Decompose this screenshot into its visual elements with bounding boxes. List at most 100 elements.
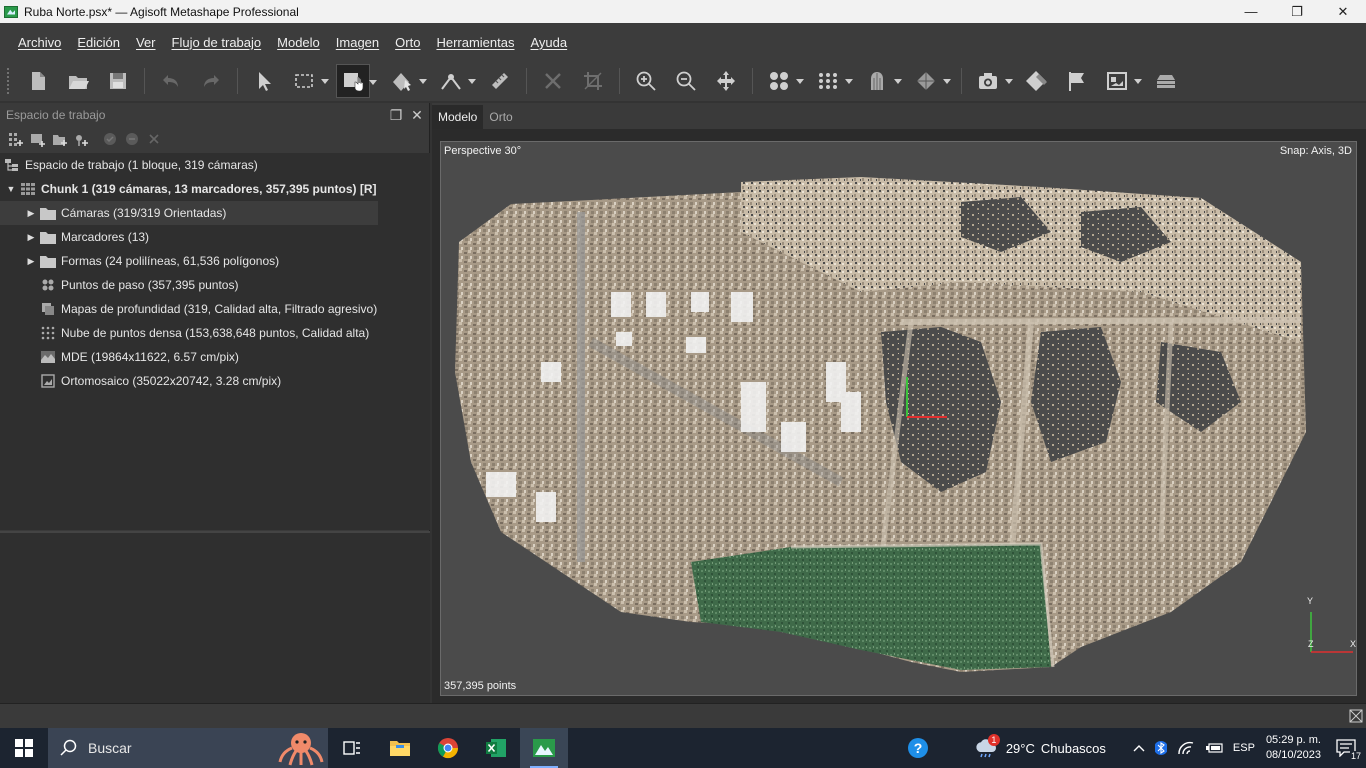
menu-flujo-de-trabajo[interactable]: Flujo de trabajo bbox=[164, 35, 270, 50]
undock-icon[interactable]: ❐ bbox=[388, 107, 404, 123]
excel-button[interactable] bbox=[472, 728, 520, 768]
crop-selection-button[interactable] bbox=[576, 64, 610, 98]
add-chunk-icon[interactable] bbox=[7, 131, 23, 147]
menu-edicion[interactable]: Edición bbox=[69, 35, 128, 50]
undo-button[interactable] bbox=[154, 64, 188, 98]
tree-item-dem[interactable]: MDE (19864x11622, 6.57 cm/pix) bbox=[0, 345, 430, 369]
point-cloud-render[interactable]: Y Z X bbox=[441, 142, 1357, 696]
expand-arrow-down-icon[interactable]: ▼ bbox=[6, 184, 16, 194]
clock-time: 05:29 p. m. bbox=[1265, 734, 1321, 746]
show-markers-button[interactable] bbox=[1060, 64, 1094, 98]
navigation-tool-button[interactable] bbox=[247, 64, 281, 98]
axis-x-label: X bbox=[1350, 639, 1356, 649]
status-bar bbox=[0, 703, 1366, 728]
rectangle-selection-button[interactable] bbox=[287, 64, 329, 98]
model-viewport[interactable]: Y Z X Perspective 30° Snap: Axis, 3D 357… bbox=[432, 129, 1366, 703]
tree-item-depth-maps[interactable]: Mapas de profundidad (319, Calidad alta,… bbox=[0, 297, 430, 321]
windows-taskbar: Buscar ? 1 29°C Chubascos ESP 05:29 p. m… bbox=[0, 728, 1366, 768]
reset-view-button[interactable] bbox=[709, 64, 743, 98]
show-hidden-icons-chevron-icon[interactable] bbox=[1133, 743, 1145, 753]
dense-cloud-view-button[interactable] bbox=[811, 64, 853, 98]
battery-icon[interactable] bbox=[1205, 742, 1223, 754]
show-shapes-button[interactable] bbox=[1020, 64, 1054, 98]
tab-orto[interactable]: Orto bbox=[483, 105, 518, 129]
menu-modelo[interactable]: Modelo bbox=[269, 35, 328, 50]
redo-button[interactable] bbox=[194, 64, 228, 98]
delete-selection-button[interactable] bbox=[536, 64, 570, 98]
toolbar-grip[interactable] bbox=[6, 67, 10, 95]
depth-maps-icon bbox=[40, 302, 56, 316]
show-cameras-button[interactable] bbox=[762, 64, 804, 98]
mesh-shape-icon bbox=[871, 72, 883, 90]
expand-arrow-right-icon[interactable]: ▶ bbox=[26, 208, 36, 218]
menu-herramientas[interactable]: Herramientas bbox=[428, 35, 522, 50]
textured-model-view-button[interactable] bbox=[909, 64, 951, 98]
save-project-button[interactable] bbox=[101, 64, 135, 98]
flag-icon bbox=[1069, 72, 1084, 91]
task-view-button[interactable] bbox=[328, 728, 376, 768]
toolbar-separator bbox=[526, 68, 527, 94]
zoom-out-button[interactable] bbox=[669, 64, 703, 98]
close-panel-icon[interactable]: ✕ bbox=[409, 107, 425, 123]
dot-grid-icon bbox=[819, 73, 837, 89]
model-transform-button[interactable] bbox=[336, 64, 377, 98]
disable-icon[interactable] bbox=[124, 131, 140, 147]
notifications-button[interactable]: 17 bbox=[1336, 739, 1362, 761]
maximize-button[interactable]: ❐ bbox=[1274, 0, 1320, 23]
tree-item-cameras[interactable]: ▶ Cámaras (319/319 Orientadas) bbox=[0, 201, 378, 225]
metashape-taskbar-button[interactable] bbox=[520, 728, 568, 768]
wifi-icon[interactable] bbox=[1177, 741, 1195, 755]
add-marker-icon[interactable] bbox=[73, 131, 89, 147]
menu-ayuda[interactable]: Ayuda bbox=[522, 35, 575, 50]
tree-item-dense-cloud[interactable]: Nube de puntos densa (153,638,648 puntos… bbox=[0, 321, 430, 345]
expand-arrow-right-icon[interactable]: ▶ bbox=[26, 256, 36, 266]
zoom-out-icon bbox=[676, 71, 696, 91]
start-button[interactable] bbox=[0, 728, 48, 768]
model-view-frame[interactable]: Y Z X Perspective 30° Snap: Axis, 3D 357… bbox=[440, 141, 1357, 696]
mesh-view-button[interactable] bbox=[860, 64, 902, 98]
tree-chunk[interactable]: ▼ Chunk 1 (319 cámaras, 13 marcadores, 3… bbox=[0, 177, 430, 201]
tree-item-markers[interactable]: ▶ Marcadores (13) bbox=[0, 225, 430, 249]
chrome-button[interactable] bbox=[424, 728, 472, 768]
show-cameras-toggle[interactable] bbox=[971, 64, 1013, 98]
taskbar-search[interactable]: Buscar bbox=[48, 728, 328, 768]
bluetooth-icon[interactable] bbox=[1154, 740, 1167, 756]
remove-items-icon[interactable] bbox=[146, 131, 162, 147]
help-icon[interactable]: ? bbox=[907, 737, 929, 759]
expand-arrow-right-icon[interactable]: ▶ bbox=[26, 232, 36, 242]
tree-item-tie-points[interactable]: Puntos de paso (357,395 puntos) bbox=[0, 273, 430, 297]
menu-ver[interactable]: Ver bbox=[128, 35, 164, 50]
tree-item-label: Marcadores (13) bbox=[61, 230, 150, 244]
windows-logo-icon bbox=[15, 739, 33, 757]
input-language[interactable]: ESP bbox=[1233, 742, 1255, 754]
tree-root[interactable]: Espacio de trabajo (1 bloque, 319 cámara… bbox=[0, 153, 430, 177]
new-project-button[interactable] bbox=[21, 64, 55, 98]
show-images-button[interactable] bbox=[1100, 64, 1142, 98]
minimize-button[interactable]: — bbox=[1228, 0, 1274, 23]
file-explorer-button[interactable] bbox=[376, 728, 424, 768]
excel-icon bbox=[486, 739, 506, 757]
menu-archivo[interactable]: Archivo bbox=[10, 35, 69, 50]
tree-item-label: Formas (24 polilíneas, 61,536 polígonos) bbox=[61, 254, 280, 268]
zoom-in-button[interactable] bbox=[629, 64, 663, 98]
tab-modelo[interactable]: Modelo bbox=[432, 105, 484, 129]
menu-orto[interactable]: Orto bbox=[387, 35, 428, 50]
add-folder-icon[interactable] bbox=[51, 131, 67, 147]
tree-item-shapes[interactable]: ▶ Formas (24 polilíneas, 61,536 polígono… bbox=[0, 249, 430, 273]
view-toggle-icon[interactable] bbox=[1349, 709, 1363, 723]
weather-widget[interactable]: 1 29°C Chubascos bbox=[974, 734, 1106, 758]
show-region-button[interactable] bbox=[1149, 64, 1183, 98]
taskbar-clock[interactable]: 05:29 p. m. 08/10/2023 bbox=[1266, 733, 1321, 763]
close-window-button[interactable]: ✕ bbox=[1320, 0, 1366, 23]
open-project-button[interactable] bbox=[61, 64, 95, 98]
add-photos-icon[interactable] bbox=[29, 131, 45, 147]
tree-item-orthomosaic[interactable]: Ortomosaico (35022x20742, 3.28 cm/pix) bbox=[0, 369, 430, 393]
tree-item-label: Mapas de profundidad (319, Calidad alta,… bbox=[61, 302, 378, 316]
rotate-object-button[interactable] bbox=[385, 64, 427, 98]
menu-imagen[interactable]: Imagen bbox=[328, 35, 387, 50]
snap-label: Snap: Axis, 3D bbox=[1279, 145, 1352, 157]
ruler-tool-button[interactable] bbox=[434, 64, 476, 98]
toolbar-separator bbox=[619, 68, 620, 94]
ruler-button[interactable] bbox=[483, 64, 517, 98]
enable-icon[interactable] bbox=[102, 131, 118, 147]
